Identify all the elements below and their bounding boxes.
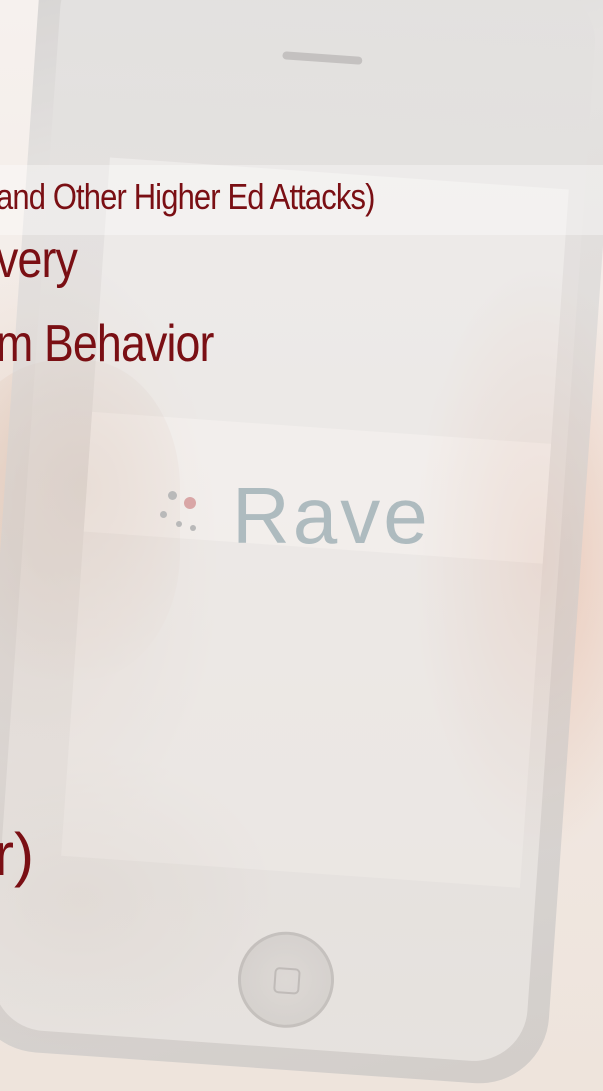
bullet-line-3: r) bbox=[0, 821, 34, 888]
bullet-line-2: m Behavior bbox=[0, 315, 214, 373]
slide-canvas: Rave and Other Higher Ed Attacks) very m… bbox=[0, 0, 603, 1091]
bullet-subtitle: and Other Higher Ed Attacks) bbox=[0, 176, 375, 217]
bullet-line-1: very bbox=[0, 231, 78, 289]
slide-text: and Other Higher Ed Attacks) very m Beha… bbox=[0, 0, 603, 1091]
